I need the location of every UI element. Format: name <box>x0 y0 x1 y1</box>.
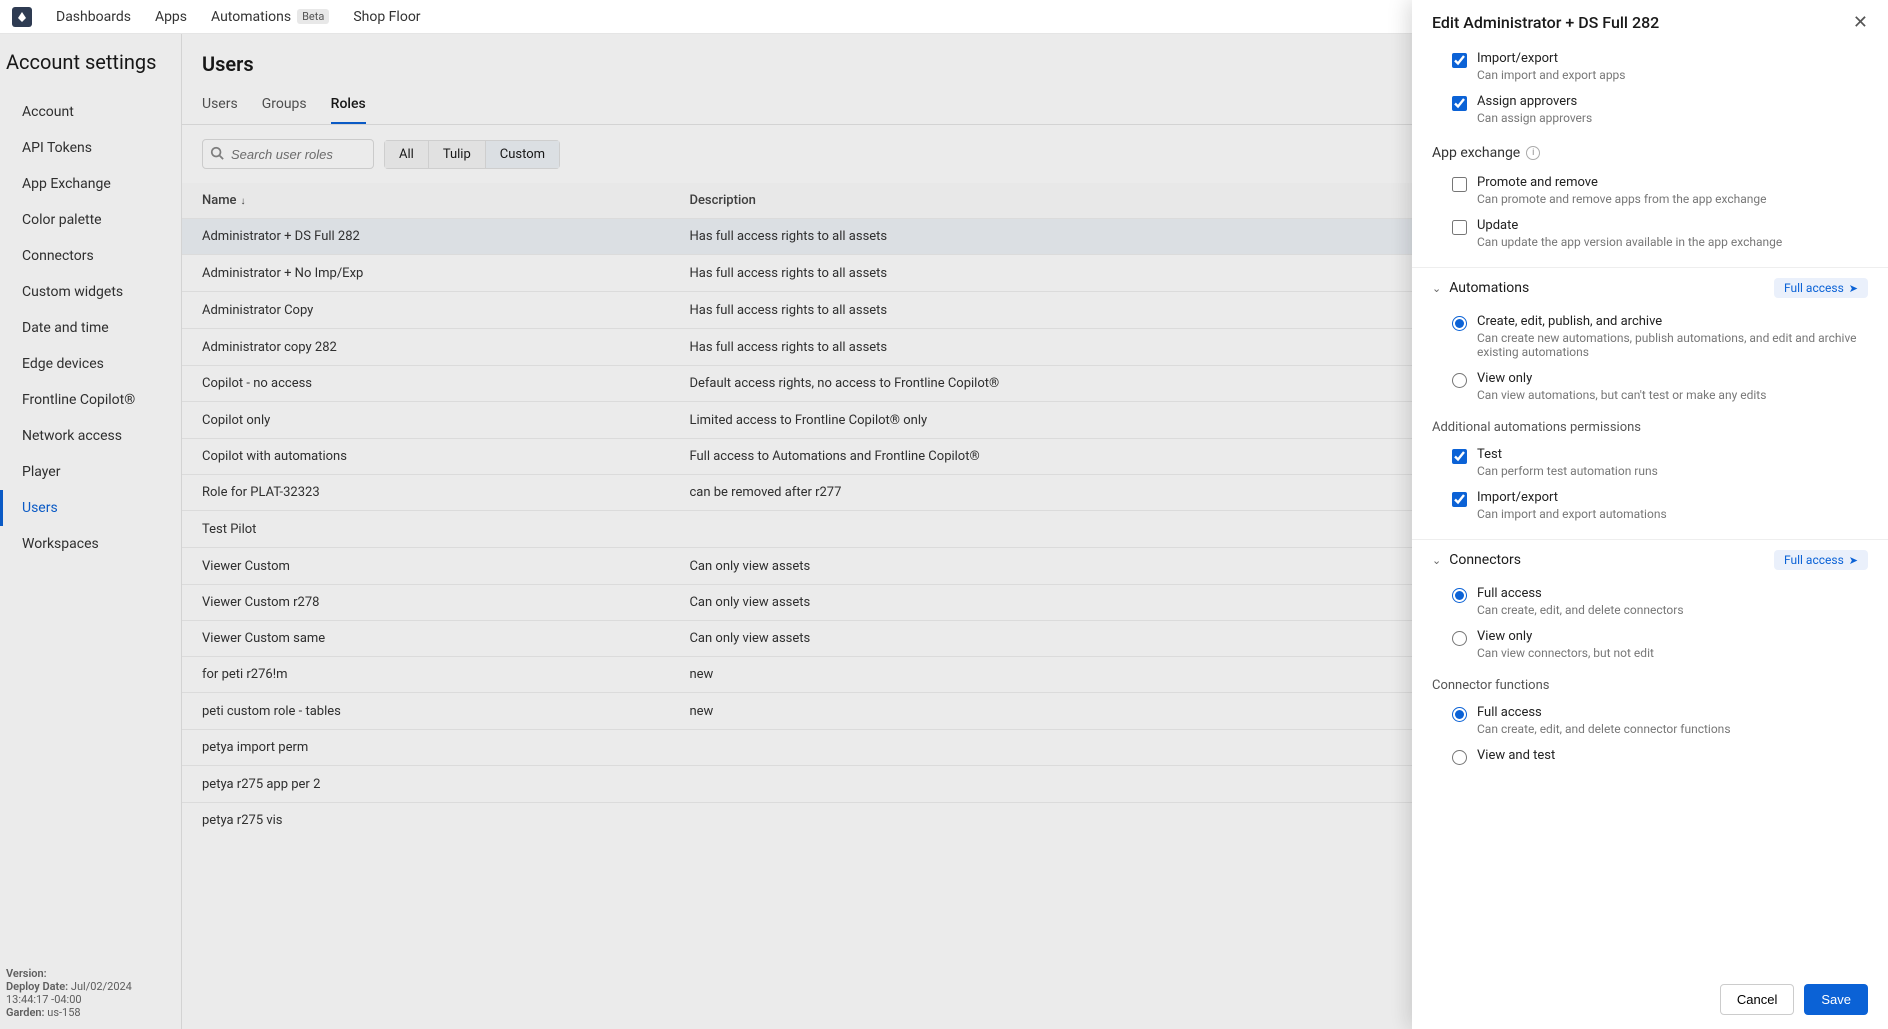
permission-item: View and test <box>1452 742 1868 771</box>
permission-checkbox[interactable] <box>1452 220 1467 235</box>
close-icon[interactable]: ✕ <box>1853 12 1868 33</box>
permission-item: Assign approvers Can assign approvers <box>1452 88 1868 131</box>
permission-radio[interactable] <box>1452 316 1467 331</box>
subsection-header: Additional automations permissions <box>1432 420 1868 435</box>
permission-title: Promote and remove <box>1477 175 1767 190</box>
permission-item: Test Can perform test automation runs <box>1452 441 1868 484</box>
permission-item: Import/export Can import and export autom… <box>1452 484 1868 527</box>
permission-title: View only <box>1477 371 1766 386</box>
category-title: Connectors <box>1449 552 1521 568</box>
permission-desc: Can view automations, but can't test or … <box>1477 388 1766 402</box>
nav-item-shop floor[interactable]: Shop Floor <box>353 9 420 25</box>
permission-title: Full access <box>1477 586 1684 601</box>
permission-radio[interactable] <box>1452 373 1467 388</box>
permission-item: View only Can view connectors, but not ed… <box>1452 623 1868 666</box>
permission-radio[interactable] <box>1452 631 1467 646</box>
nav-item-dashboards[interactable]: Dashboards <box>56 9 131 25</box>
chevron-down-icon: ⌄ <box>1432 282 1441 295</box>
category-title: Automations <box>1449 280 1529 296</box>
beta-badge: Beta <box>297 9 329 24</box>
permission-item: Update Can update the app version availab… <box>1452 212 1868 255</box>
save-button[interactable]: Save <box>1804 984 1868 1015</box>
permission-desc: Can promote and remove apps from the app… <box>1477 192 1767 206</box>
nav-item-apps[interactable]: Apps <box>155 9 187 25</box>
permission-desc: Can update the app version available in … <box>1477 235 1782 249</box>
permission-title: Assign approvers <box>1477 94 1592 109</box>
send-icon: ➤ <box>1849 282 1858 295</box>
permission-title: Create, edit, publish, and archive <box>1477 314 1868 329</box>
cancel-button[interactable]: Cancel <box>1720 984 1794 1015</box>
permission-title: Full access <box>1477 705 1731 720</box>
category-header[interactable]: ⌄ Connectors Full access ➤ <box>1432 550 1868 570</box>
subsection-header: Connector functions <box>1432 678 1868 693</box>
permission-title: View only <box>1477 629 1654 644</box>
permission-radio[interactable] <box>1452 707 1467 722</box>
permission-checkbox[interactable] <box>1452 492 1467 507</box>
chevron-down-icon: ⌄ <box>1432 554 1441 567</box>
panel-title: Edit Administrator + DS Full 282 <box>1432 13 1659 32</box>
permission-title: View and test <box>1477 748 1555 763</box>
permission-checkbox[interactable] <box>1452 177 1467 192</box>
permission-desc: Can create new automations, publish auto… <box>1477 331 1868 359</box>
nav-item-automations[interactable]: AutomationsBeta <box>211 9 329 25</box>
access-badge[interactable]: Full access ➤ <box>1774 278 1868 298</box>
permission-item: Import/export Can import and export apps <box>1452 45 1868 88</box>
permission-title: Update <box>1477 218 1782 233</box>
permission-desc: Can create, edit, and delete connector f… <box>1477 722 1731 736</box>
permission-desc: Can import and export automations <box>1477 507 1667 521</box>
permission-title: Import/export <box>1477 51 1625 66</box>
permission-desc: Can assign approvers <box>1477 111 1592 125</box>
send-icon: ➤ <box>1849 554 1858 567</box>
permission-radio[interactable] <box>1452 750 1467 765</box>
permission-desc: Can import and export apps <box>1477 68 1625 82</box>
permission-item: Full access Can create, edit, and delete … <box>1452 580 1868 623</box>
permission-item: Promote and remove Can promote and remove… <box>1452 169 1868 212</box>
permission-desc: Can view connectors, but not edit <box>1477 646 1654 660</box>
permission-radio[interactable] <box>1452 588 1467 603</box>
section-header-app-exchange: App exchange i <box>1432 131 1868 169</box>
permission-item: Create, edit, publish, and archive Can cr… <box>1452 308 1868 365</box>
permission-desc: Can perform test automation runs <box>1477 464 1658 478</box>
app-logo[interactable] <box>12 7 32 27</box>
category-header[interactable]: ⌄ Automations Full access ➤ <box>1432 278 1868 298</box>
permission-checkbox[interactable] <box>1452 449 1467 464</box>
permission-checkbox[interactable] <box>1452 96 1467 111</box>
permission-title: Test <box>1477 447 1658 462</box>
access-badge[interactable]: Full access ➤ <box>1774 550 1868 570</box>
permission-item: View only Can view automations, but can't… <box>1452 365 1868 408</box>
permission-checkbox[interactable] <box>1452 53 1467 68</box>
edit-role-panel: Edit Administrator + DS Full 282 ✕ Impor… <box>1412 0 1888 1029</box>
permission-item: Full access Can create, edit, and delete … <box>1452 699 1868 742</box>
permission-title: Import/export <box>1477 490 1667 505</box>
info-icon[interactable]: i <box>1526 146 1540 160</box>
permission-desc: Can create, edit, and delete connectors <box>1477 603 1684 617</box>
